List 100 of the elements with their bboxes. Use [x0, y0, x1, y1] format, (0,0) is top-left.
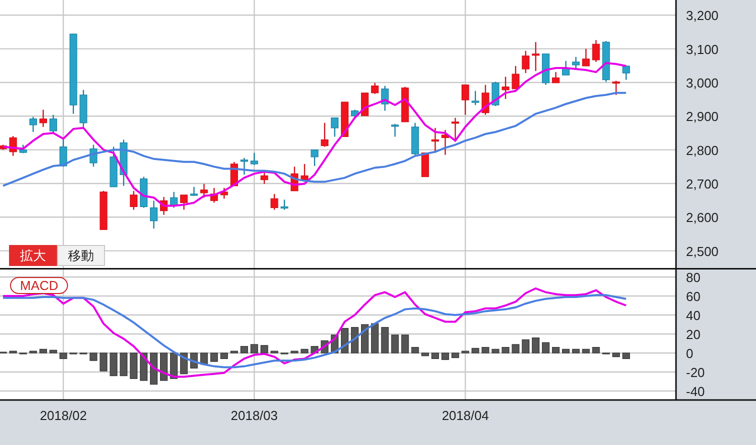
candlestick: [421, 152, 429, 178]
candlestick: [140, 176, 148, 208]
candlestick: [452, 118, 460, 141]
candlestick: [280, 200, 288, 210]
candlestick: [502, 76, 510, 99]
zoom-mode-button[interactable]: 移動: [57, 245, 105, 266]
candlestick: [350, 110, 359, 117]
candlestick: [411, 122, 419, 155]
price-axis-label: 2,700: [686, 176, 719, 192]
candlestick: [371, 82, 379, 94]
macd-axis-label: 20: [686, 327, 700, 342]
price-axis-label: 3,100: [686, 42, 719, 57]
price-axis-label: 3,000: [686, 75, 719, 90]
price-axis-label: 2,500: [686, 244, 719, 259]
histogram-bar: [300, 348, 308, 354]
candlestick: [260, 172, 268, 184]
histogram-bar: [472, 348, 480, 354]
macd-axis-label: 0: [686, 346, 694, 361]
candlestick: [120, 140, 128, 186]
histogram-bar: [29, 350, 37, 354]
candlestick: [220, 188, 228, 199]
histogram-bar: [441, 352, 450, 360]
histogram-bar: [592, 347, 600, 354]
candlestick: [472, 90, 480, 106]
histogram-bar: [150, 352, 158, 385]
candlestick: [29, 116, 37, 132]
candlestick: [330, 118, 338, 137]
histogram-bar: [452, 352, 460, 358]
candlestick: [562, 60, 570, 76]
candlestick: [622, 66, 630, 80]
candlestick: [340, 102, 349, 137]
price-axis-label: 2,800: [686, 142, 719, 158]
histogram-bar: [421, 352, 429, 356]
candlestick: [522, 50, 530, 74]
histogram-bar: [431, 352, 439, 359]
candlestick: [512, 66, 520, 90]
candlestick: [361, 92, 369, 116]
histogram-bar: [381, 327, 389, 354]
candlestick: [381, 86, 389, 111]
histogram-bar: [522, 339, 530, 354]
candlestick: [602, 41, 610, 82]
histogram-bar: [622, 352, 630, 359]
histogram-bar: [220, 352, 228, 359]
candlestick: [0, 144, 7, 150]
macd-axis-label: 40: [686, 308, 700, 323]
candlestick: [100, 190, 108, 230]
histogram-bar: [572, 348, 580, 354]
histogram-bar: [512, 344, 520, 354]
price-axis-label: 3,200: [686, 8, 719, 24]
candlestick: [180, 194, 188, 210]
date-axis-label: 2018/03: [230, 408, 278, 423]
zoom-mode-button[interactable]: 拡大: [9, 245, 57, 266]
candlestick: [290, 166, 298, 192]
candlestick: [39, 110, 48, 127]
candlestick: [431, 128, 439, 153]
histogram-bar: [230, 350, 238, 354]
histogram-bar: [110, 352, 118, 376]
histogram-bar: [361, 324, 369, 354]
histogram-bar: [552, 347, 560, 354]
histogram-bar: [401, 334, 409, 354]
histogram-bar: [340, 328, 349, 354]
candlestick: [310, 150, 318, 166]
candlestick: [210, 188, 218, 203]
histogram-bar: [290, 350, 298, 354]
macd-axis-label: 60: [686, 289, 700, 304]
histogram-bar: [90, 352, 98, 361]
histogram-bar: [160, 352, 168, 381]
histogram-bar: [49, 350, 58, 354]
macd-label: MACD: [10, 277, 68, 294]
candlestick: [160, 196, 168, 215]
price-axis-label: 2,900: [686, 109, 719, 124]
candlestick: [492, 82, 500, 106]
candlestick: [552, 72, 560, 84]
candlestick: [391, 124, 399, 137]
histogram-bar: [582, 348, 590, 354]
candlestick: [130, 190, 138, 210]
candlestick: [532, 42, 540, 72]
histogram-bar: [391, 334, 399, 354]
histogram-bar: [130, 352, 138, 379]
candlestick: [401, 86, 409, 122]
histogram-bar: [371, 323, 379, 354]
histogram-bar: [200, 352, 208, 365]
macd-axis-label: -20: [686, 364, 705, 380]
histogram-bar: [39, 348, 48, 354]
histogram-bar: [350, 327, 359, 354]
candlestick: [80, 90, 88, 127]
candlestick: [441, 130, 450, 155]
candlestick: [150, 200, 158, 229]
candlestick: [542, 54, 550, 85]
histogram-bar: [120, 352, 128, 376]
histogram-bar: [9, 350, 17, 354]
histogram-bar: [462, 350, 470, 354]
candlestick: [462, 84, 470, 115]
candlestick: [612, 80, 620, 95]
macd-axis-label: 80: [686, 270, 700, 286]
histogram-bar: [411, 347, 419, 354]
candlestick: [200, 184, 208, 198]
histogram-bar: [542, 342, 550, 354]
candlestick: [90, 144, 98, 167]
candlestick: [320, 122, 328, 147]
